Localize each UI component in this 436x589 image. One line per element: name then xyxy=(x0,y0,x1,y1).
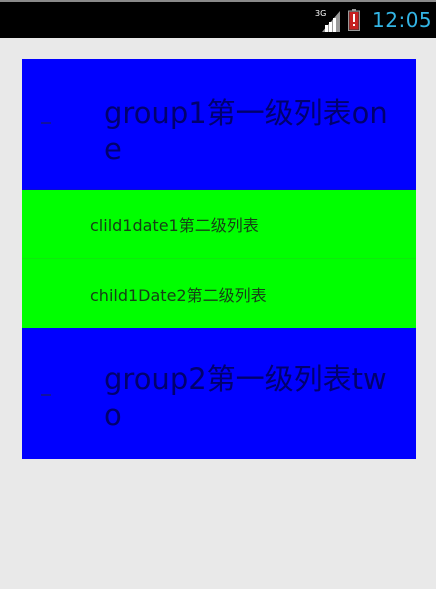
group-expand-indicator-icon xyxy=(41,394,51,396)
status-clock: 12:05 xyxy=(372,8,433,32)
group-row-1[interactable]: group1第一级列表one xyxy=(22,59,416,190)
network-type-label: 3G xyxy=(315,9,326,18)
child-label: child1Date2第二级列表 xyxy=(90,285,267,305)
battery-alert-icon xyxy=(348,9,360,31)
child-label: clild1date1第二级列表 xyxy=(90,216,259,235)
status-bar-top-edge xyxy=(0,0,436,2)
status-bar: 3G 12:05 xyxy=(0,0,436,38)
group-title: group2第一级列表two xyxy=(104,362,387,432)
child-row-1[interactable]: clild1date1第二级列表 xyxy=(22,190,416,259)
group-row-2[interactable]: group2第一级列表two xyxy=(22,328,416,459)
expandable-list: group1第一级列表one clild1date1第二级列表 child1Da… xyxy=(22,59,416,459)
child-row-2[interactable]: child1Date2第二级列表 xyxy=(22,259,416,328)
group-expand-indicator-icon xyxy=(41,122,51,124)
signal-icon: 3G xyxy=(315,9,340,32)
group-title: group1第一级列表one xyxy=(104,96,388,166)
